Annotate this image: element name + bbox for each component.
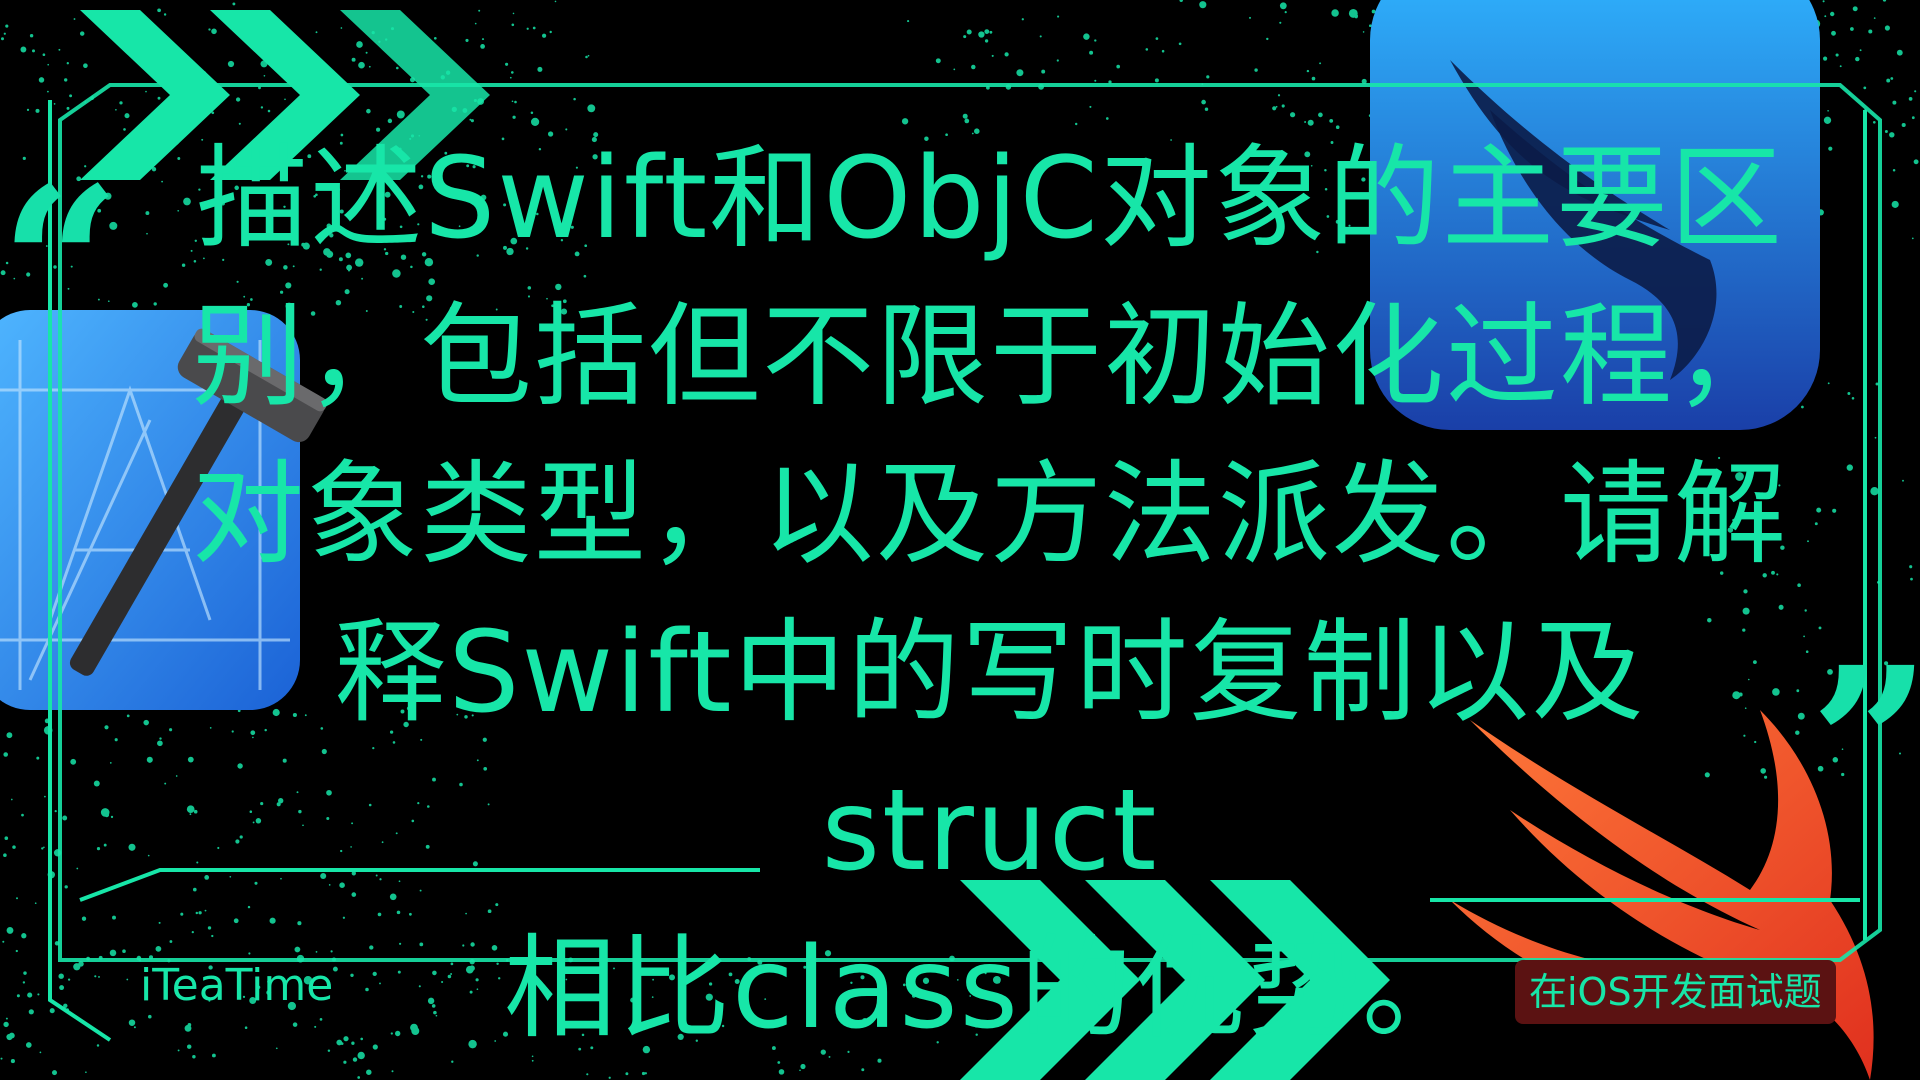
brand-name: iTeaTime [140, 960, 334, 1011]
question-text: 描述Swift和ObjC对象的主要区 别，包括但不限于初始化过程， 对象类型，以… [180, 120, 1800, 1068]
question-line: 描述Swift和ObjC对象的主要区 [196, 134, 1784, 264]
question-line: 对象类型，以及方法派发。请解 [192, 450, 1788, 580]
question-line: 别，包括但不限于初始化过程， [192, 292, 1788, 422]
open-quote-mark: “ [0, 141, 121, 388]
close-quote-mark: ” [1810, 621, 1920, 868]
series-badge: 在iOS开发面试题 [1515, 960, 1836, 1024]
question-line: 释Swift中的写时复制以及struct [334, 608, 1646, 896]
poster: “ ” 描述Swift和ObjC对象的主要区 别，包括但不限于初始化过程， 对象… [0, 0, 1920, 1080]
